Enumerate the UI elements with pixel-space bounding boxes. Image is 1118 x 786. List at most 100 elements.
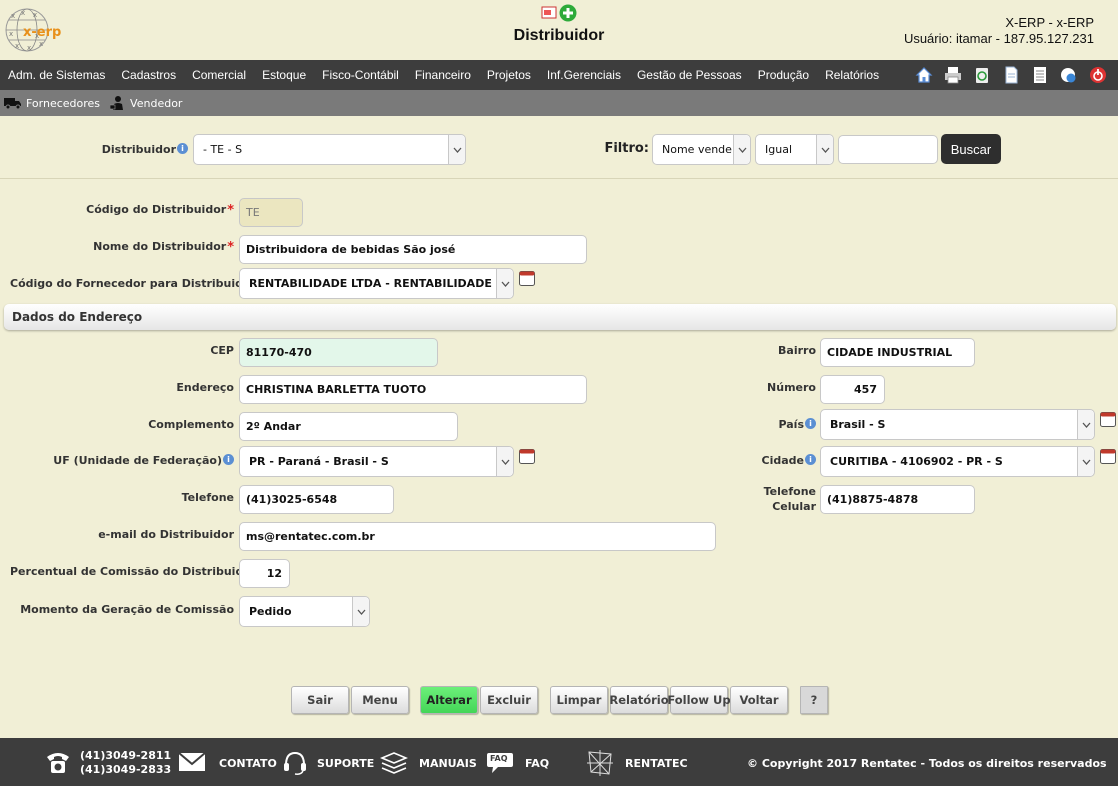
subnav-vendedor[interactable]: Vendedor [110,95,182,111]
books-icon[interactable] [380,750,408,776]
chevron-down-icon [733,135,750,164]
home-icon[interactable] [914,65,934,85]
calendar-icon[interactable] [519,270,535,286]
info-icon[interactable]: i [223,454,234,465]
chevron-down-icon [816,135,833,164]
telefone-input[interactable]: (41)3025-6548 [239,485,394,514]
numero-label: Número [767,381,816,394]
info-icon[interactable]: i [177,143,188,154]
svg-text:x: x [27,44,31,52]
svg-text:x: x [33,11,37,19]
nav-gestao-pessoas[interactable]: Gestão de Pessoas [637,68,742,82]
footer-phones: (41)3049-2811 (41)3049-2833 [80,749,172,776]
filter-search-input[interactable] [838,135,938,164]
momento-select[interactable]: Pedido [239,596,370,627]
cep-input[interactable]: 81170-470 [239,338,438,367]
menu-button[interactable]: Menu [351,686,409,714]
numero-input[interactable]: 457 [820,375,885,404]
app-name: X-ERP - x-ERP [1005,15,1094,30]
voltar-button[interactable]: Voltar [730,686,788,714]
footer-contato[interactable]: CONTATO [219,757,277,770]
chat-icon[interactable] [1059,65,1079,85]
filter-field-select[interactable]: Nome vende [652,134,751,165]
nav-fisco-contabil[interactable]: Fisco-Contábil [322,68,399,82]
info-icon[interactable]: i [805,418,816,429]
nav-inf-gerenciais[interactable]: Inf.Gerenciais [547,68,621,82]
nav-financeiro[interactable]: Financeiro [415,68,471,82]
relatorio-button[interactable]: Relatório [609,686,669,714]
codigo-input[interactable]: TE [239,198,303,227]
momento-label: Momento da Geração de Comissão [20,603,234,616]
subnav-vendedor-label: Vendedor [130,96,183,110]
nav-cadastros[interactable]: Cadastros [121,68,176,82]
footer-manuais[interactable]: MANUAIS [419,757,477,770]
uf-label: UF (Unidade de Federação) i [40,454,234,467]
bairro-label: Bairro [778,344,816,357]
telefone-label: Telefone [181,491,234,504]
chevron-down-icon [1077,447,1094,476]
chevron-down-icon [1077,410,1094,439]
faq-icon[interactable]: FAQ [486,751,514,773]
buscar-button[interactable]: Buscar [941,134,1001,164]
footer-suporte[interactable]: SUPORTE [317,757,374,770]
headset-icon[interactable] [282,750,308,776]
nav-producao[interactable]: Produção [758,68,809,82]
document-icon[interactable] [1001,65,1021,85]
footer-rentatec[interactable]: RENTATEC [625,757,688,770]
notes-icon[interactable] [1030,65,1050,85]
subnav-fornecedores[interactable]: Fornecedores [4,97,100,110]
fornecedor-label: Código do Fornecedor para Distribuidori [10,277,269,290]
calendar-icon[interactable] [1100,448,1116,464]
chevron-down-icon [496,269,513,298]
uf-select[interactable]: PR - Paraná - Brasil - S [239,446,514,477]
logout-icon[interactable] [1088,65,1108,85]
cidade-select[interactable]: CURITIBA - 4106902 - PR - S [820,446,1095,477]
add-icon[interactable] [559,4,577,22]
followup-button[interactable]: Follow Up [667,686,731,714]
calendar-icon[interactable] [519,448,535,464]
nav-relatorios[interactable]: Relatórios [825,68,879,82]
nav-comercial[interactable]: Comercial [192,68,246,82]
complemento-input[interactable]: 2º Andar [239,412,458,441]
fornecedor-select[interactable]: RENTABILIDADE LTDA - RENTABILIDADE - 000… [239,268,514,299]
required-asterisk: * [227,203,234,218]
filtro-label: Filtro: [604,141,649,156]
svg-text:x: x [11,12,15,20]
mail-icon[interactable] [178,752,206,772]
chevron-down-icon [448,135,465,164]
calendar-icon[interactable] [1100,411,1116,427]
footer-faq[interactable]: FAQ [525,757,549,770]
excluir-button[interactable]: Excluir [480,686,538,714]
filter-operator-select[interactable]: Igual [755,134,834,165]
celular-input[interactable]: (41)8875-4878 [820,485,975,514]
nome-label: Nome do Distribuidor* [93,240,234,255]
recycle-icon[interactable] [972,65,992,85]
info-icon[interactable]: i [805,454,816,465]
divider [0,178,1118,179]
print-icon[interactable] [943,65,963,85]
sair-button[interactable]: Sair [291,686,349,714]
svg-text:x: x [21,9,25,17]
limpar-button[interactable]: Limpar [550,686,608,714]
help-button[interactable]: ? [800,686,828,714]
bairro-input[interactable]: CIDADE INDUSTRIAL [820,338,975,367]
distribuidor-select[interactable]: - TE - S [193,134,466,165]
celular-label: Telefone Celular [763,485,816,513]
nav-adm-sistemas[interactable]: Adm. de Sistemas [8,68,105,82]
nav-estoque[interactable]: Estoque [262,68,306,82]
rentatec-logo-icon[interactable] [585,748,615,778]
alterar-button[interactable]: Alterar [420,686,478,714]
nav-icons [914,65,1108,85]
endereco-section-header: Dados do Endereço [4,304,1116,330]
percentual-input[interactable]: 12 [239,559,290,588]
endereco-input[interactable]: CHRISTINA BARLETTA TUOTO [239,375,587,404]
cep-label: CEP [210,344,234,357]
pais-select[interactable]: Brasil - S [820,409,1095,440]
nome-input[interactable]: Distribuidora de bebidas São josé [239,235,587,264]
salesperson-icon [110,96,124,110]
nav-projetos[interactable]: Projetos [487,68,531,82]
footer-copyright: © Copyright 2017 Rentatec - Todos os dir… [747,757,1107,770]
subnav-fornecedores-label: Fornecedores [26,96,101,110]
report-icon[interactable] [541,4,557,20]
email-input[interactable]: ms@rentatec.com.br [239,522,716,551]
